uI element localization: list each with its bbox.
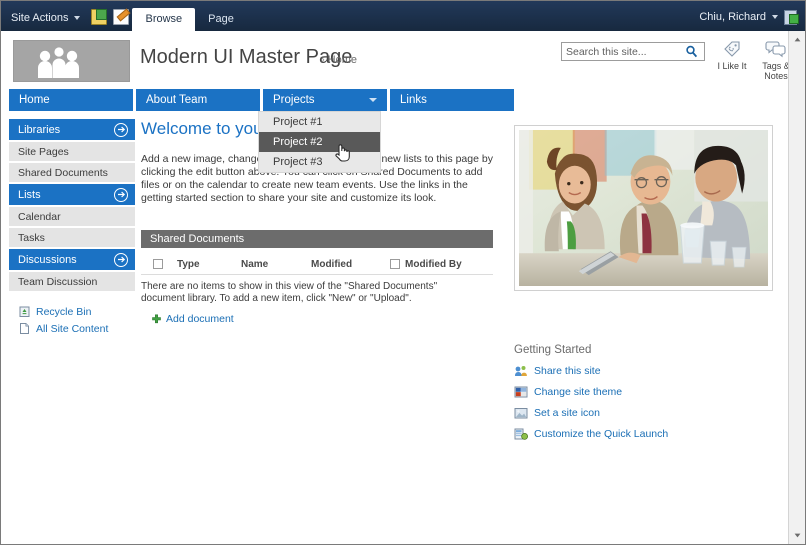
nav-item-home[interactable]: Home <box>9 89 133 111</box>
chevron-down-icon <box>772 15 778 19</box>
add-document-link[interactable]: Add document <box>141 313 493 325</box>
social-buttons: I Like It Tags & Notes <box>714 37 794 81</box>
nav-label: Home <box>19 94 50 106</box>
breadcrumb: › Home <box>321 54 357 66</box>
ql-item-site-pages[interactable]: Site Pages <box>9 142 135 161</box>
ribbon-bar: Site Actions Browse Page Chiu, Richard <box>1 1 805 31</box>
recycle-bin-link[interactable]: Recycle Bin <box>9 303 135 320</box>
ql-item-team-discussion[interactable]: Team Discussion <box>9 272 135 291</box>
navigate-up-icon[interactable] <box>91 9 108 25</box>
three-business-people-at-laptop-photo <box>519 130 768 286</box>
menu-item-project-3[interactable]: Project #3 <box>259 152 380 172</box>
user-menu[interactable]: Chiu, Richard <box>699 11 778 23</box>
recycle-bin-label: Recycle Bin <box>36 305 92 318</box>
arrow-right-circle-icon <box>114 122 128 137</box>
share-this-site-link[interactable]: Share this site <box>514 364 776 378</box>
scroll-up-arrow-icon[interactable] <box>789 31 805 48</box>
arrow-right-circle-icon <box>114 187 128 202</box>
ql-group-discussions[interactable]: Discussions <box>9 249 135 270</box>
arrow-right-circle-icon <box>114 252 128 267</box>
select-all-checkbox[interactable] <box>153 259 163 269</box>
tag-like-icon <box>714 37 750 59</box>
search-icon[interactable] <box>682 43 700 60</box>
webpart-column-headers: Type Name Modified Modified By <box>141 254 493 275</box>
projects-dropdown-menu: Project #1 Project #2 Project #3 <box>258 111 381 173</box>
change-theme-label: Change site theme <box>534 386 623 398</box>
set-site-icon-label: Set a site icon <box>534 407 600 419</box>
ql-item-calendar[interactable]: Calendar <box>9 207 135 226</box>
menu-item-project-2[interactable]: Project #2 <box>259 132 380 152</box>
nav-item-links[interactable]: Links <box>390 89 514 111</box>
edit-page-icon[interactable] <box>113 9 130 25</box>
search-box <box>561 42 705 61</box>
column-header-modified[interactable]: Modified <box>311 259 386 270</box>
search-input[interactable] <box>562 43 682 60</box>
ql-group-label: Lists <box>18 188 41 201</box>
webpart-title: Shared Documents <box>141 230 493 248</box>
quick-launch-footer: Recycle Bin All Site Content <box>9 303 135 337</box>
breadcrumb-separator: › <box>321 54 325 66</box>
browser-page: Site Actions Browse Page Chiu, Richard M… <box>0 0 806 545</box>
scroll-down-arrow-icon[interactable] <box>789 527 805 544</box>
set-site-icon-icon <box>514 406 528 420</box>
nav-label: Links <box>400 94 427 106</box>
tab-page[interactable]: Page <box>195 8 247 31</box>
all-site-content-label: All Site Content <box>36 322 109 335</box>
customize-quick-launch-link[interactable]: Customize the Quick Launch <box>514 427 776 441</box>
quick-launch-nav: Libraries Site Pages Shared Documents Li… <box>9 119 135 337</box>
vertical-scrollbar[interactable] <box>788 31 805 544</box>
shared-documents-webpart: Shared Documents Type Name Modified Modi… <box>141 230 493 325</box>
people-placeholder-icon <box>38 47 79 78</box>
chevron-down-icon <box>74 16 81 20</box>
nav-label: Projects <box>273 94 315 106</box>
ql-group-libraries[interactable]: Libraries <box>9 119 135 140</box>
customize-quick-launch-label: Customize the Quick Launch <box>534 428 669 440</box>
right-column <box>514 125 776 291</box>
ql-item-shared-documents[interactable]: Shared Documents <box>9 163 135 182</box>
top-navigation: Home About Team Projects Links <box>9 89 514 111</box>
webpart-empty-message: There are no items to show in this view … <box>141 281 438 304</box>
site-header: Modern UI Master Page › Home Search this… <box>1 31 790 88</box>
set-site-icon-link[interactable]: Set a site icon <box>514 406 776 420</box>
nav-item-projects[interactable]: Projects <box>263 89 387 111</box>
tab-browse[interactable]: Browse <box>132 8 196 31</box>
column-header-type[interactable]: Type <box>177 259 237 270</box>
ql-group-label: Libraries <box>18 123 61 136</box>
site-logo[interactable] <box>13 40 130 82</box>
ql-item-tasks[interactable]: Tasks <box>9 228 135 247</box>
menu-item-project-1[interactable]: Project #1 <box>259 112 380 132</box>
column-header-name[interactable]: Name <box>241 259 307 270</box>
nav-item-about-team[interactable]: About Team <box>136 89 260 111</box>
green-plus-icon <box>151 314 162 325</box>
modified-by-checkbox[interactable] <box>390 259 400 269</box>
add-document-label: Add document <box>166 313 234 325</box>
ql-group-label: Discussions <box>18 253 77 266</box>
breadcrumb-home[interactable]: Home <box>328 54 357 66</box>
column-header-modified-by[interactable]: Modified By <box>405 259 462 270</box>
ribbon-right-group: Chiu, Richard <box>699 10 805 31</box>
share-site-label: Share this site <box>534 365 601 377</box>
welcome-image-frame <box>514 125 773 291</box>
site-actions-label: Site Actions <box>11 12 69 24</box>
i-like-it-button[interactable]: I Like It <box>714 37 750 81</box>
getting-started-section: Getting Started Share this site Change s… <box>514 344 776 448</box>
customize-quick-launch-icon <box>514 427 529 441</box>
all-site-content-link[interactable]: All Site Content <box>9 320 135 337</box>
chevron-down-icon <box>369 98 377 102</box>
nav-label: About Team <box>146 94 208 106</box>
i-like-it-label: I Like It <box>717 61 747 71</box>
recycle-bin-icon <box>18 305 31 318</box>
site-actions-menu[interactable]: Site Actions <box>1 12 88 31</box>
change-site-theme-link[interactable]: Change site theme <box>514 385 776 399</box>
change-theme-icon <box>514 385 528 399</box>
share-site-icon <box>514 364 528 378</box>
all-site-content-icon <box>18 322 31 335</box>
user-name-label: Chiu, Richard <box>699 11 766 23</box>
getting-started-title: Getting Started <box>514 344 592 356</box>
presence-online-icon[interactable] <box>784 10 799 25</box>
ql-group-lists[interactable]: Lists <box>9 184 135 205</box>
